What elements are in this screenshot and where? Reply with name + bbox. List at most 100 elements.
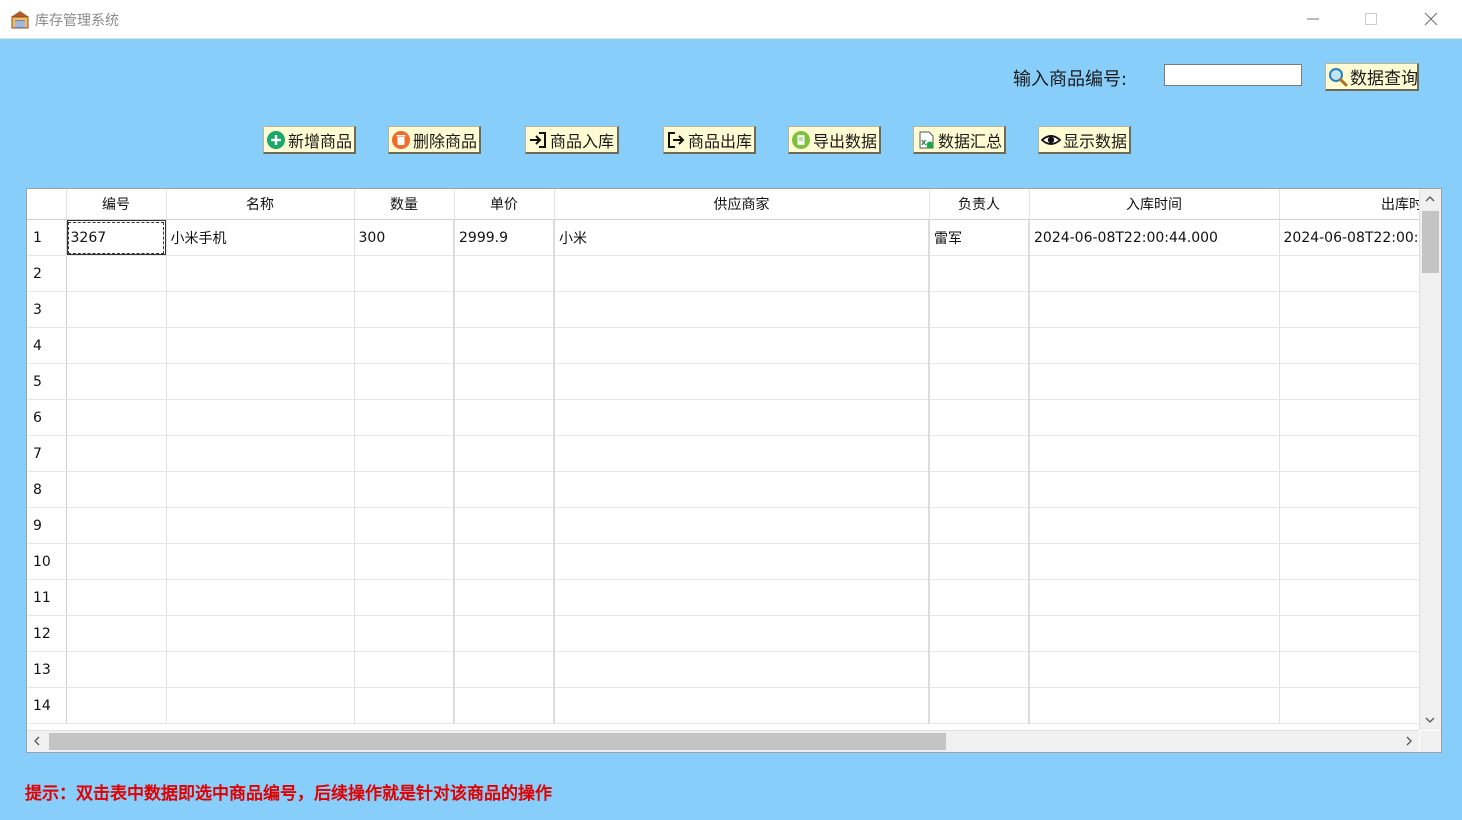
table-cell[interactable] <box>454 507 555 544</box>
table-cell[interactable] <box>354 615 455 652</box>
minimize-button[interactable] <box>1284 0 1342 38</box>
table-cell[interactable] <box>1029 327 1280 364</box>
export-data-button[interactable]: 导出数据 <box>788 126 881 154</box>
table-cell[interactable] <box>454 363 555 400</box>
table-row[interactable]: 6 <box>27 399 1425 436</box>
table-cell[interactable] <box>1279 363 1425 400</box>
table-cell[interactable] <box>554 615 930 652</box>
table-cell[interactable] <box>1279 651 1425 688</box>
table-row[interactable]: 14 <box>27 687 1425 724</box>
table-cell[interactable] <box>354 435 455 472</box>
table-cell[interactable]: 雷军 <box>929 219 1030 256</box>
table-cell[interactable] <box>354 291 455 328</box>
table-cell[interactable] <box>454 399 555 436</box>
table-cell[interactable] <box>66 399 167 436</box>
table-cell[interactable] <box>354 651 455 688</box>
scroll-right-icon[interactable] <box>1399 731 1419 751</box>
table-cell[interactable] <box>929 687 1030 724</box>
table-cell[interactable] <box>354 579 455 616</box>
table-cell[interactable] <box>929 363 1030 400</box>
table-cell[interactable] <box>554 543 930 580</box>
table-cell[interactable] <box>66 291 167 328</box>
maximize-button[interactable] <box>1342 0 1400 38</box>
table-cell[interactable] <box>1279 327 1425 364</box>
table-cell[interactable] <box>1029 615 1280 652</box>
table-cell[interactable] <box>166 363 355 400</box>
table-cell[interactable] <box>166 255 355 292</box>
table-cell[interactable] <box>1279 291 1425 328</box>
table-cell[interactable] <box>454 687 555 724</box>
table-row[interactable]: 4 <box>27 327 1425 364</box>
table-cell[interactable] <box>1279 543 1425 580</box>
column-header[interactable]: 单价 <box>454 189 555 220</box>
table-cell[interactable] <box>166 579 355 616</box>
horizontal-scroll-thumb[interactable] <box>49 733 946 750</box>
table-cell[interactable] <box>929 327 1030 364</box>
table-cell[interactable] <box>354 543 455 580</box>
table-cell[interactable] <box>166 399 355 436</box>
table-cell[interactable] <box>554 255 930 292</box>
column-header[interactable]: 入库时间 <box>1029 189 1280 220</box>
table-cell[interactable] <box>454 255 555 292</box>
table-cell[interactable] <box>929 651 1030 688</box>
table-cell[interactable] <box>554 399 930 436</box>
table-row[interactable]: 3 <box>27 291 1425 328</box>
table-row[interactable]: 2 <box>27 255 1425 292</box>
column-header[interactable]: 编号 <box>66 189 167 220</box>
table-cell[interactable]: 2024-06-08T22:00: <box>1279 219 1425 256</box>
table-cell[interactable] <box>454 435 555 472</box>
table-row[interactable]: 9 <box>27 507 1425 544</box>
table-cell[interactable] <box>1279 615 1425 652</box>
data-table[interactable]: 编号 名称 数量 单价 供应商家 负责人 入库时间 出库时 1 3267 小米手机 3… <box>26 188 1442 753</box>
table-cell[interactable] <box>554 435 930 472</box>
table-cell[interactable] <box>454 543 555 580</box>
table-cell[interactable] <box>66 651 167 688</box>
show-data-button[interactable]: 显示数据 <box>1038 126 1131 154</box>
table-cell[interactable] <box>354 687 455 724</box>
table-cell[interactable] <box>1029 399 1280 436</box>
table-cell[interactable] <box>66 507 167 544</box>
table-cell[interactable] <box>66 543 167 580</box>
table-cell[interactable] <box>1029 435 1280 472</box>
table-cell[interactable] <box>929 507 1030 544</box>
table-cell[interactable] <box>1029 363 1280 400</box>
column-header[interactable]: 出库时 <box>1279 189 1424 220</box>
table-cell[interactable] <box>66 615 167 652</box>
table-cell[interactable] <box>929 291 1030 328</box>
table-cell[interactable]: 3267 <box>66 219 167 256</box>
table-cell[interactable] <box>66 363 167 400</box>
table-row[interactable]: 1 3267 小米手机 300 2999.9 小米 雷军 2024-06-08T22:00:4… <box>27 219 1425 256</box>
table-cell[interactable] <box>929 471 1030 508</box>
table-cell[interactable] <box>1029 291 1280 328</box>
table-cell[interactable] <box>554 291 930 328</box>
table-cell[interactable] <box>1279 471 1425 508</box>
table-row[interactable]: 7 <box>27 435 1425 472</box>
table-cell[interactable] <box>554 579 930 616</box>
table-cell[interactable] <box>66 471 167 508</box>
table-row[interactable]: 8 <box>27 471 1425 508</box>
scroll-up-icon[interactable] <box>1420 189 1440 209</box>
table-cell[interactable] <box>354 327 455 364</box>
table-cell[interactable] <box>1279 399 1425 436</box>
table-cell[interactable] <box>454 579 555 616</box>
table-cell[interactable] <box>166 471 355 508</box>
vertical-scrollbar[interactable] <box>1419 189 1441 730</box>
table-cell[interactable] <box>1029 507 1280 544</box>
query-button[interactable]: 数据查询 <box>1325 63 1419 91</box>
table-cell[interactable] <box>1029 651 1280 688</box>
table-row[interactable]: 5 <box>27 363 1425 400</box>
table-cell[interactable]: 小米 <box>554 219 930 256</box>
horizontal-scrollbar[interactable] <box>27 730 1419 752</box>
table-cell[interactable] <box>354 255 455 292</box>
table-cell[interactable] <box>1279 579 1425 616</box>
table-row[interactable]: 12 <box>27 615 1425 652</box>
stock-out-button[interactable]: 商品出库 <box>663 126 756 154</box>
vertical-scroll-thumb[interactable] <box>1422 211 1439 273</box>
delete-product-button[interactable]: 删除商品 <box>388 126 481 154</box>
table-cell[interactable] <box>354 507 455 544</box>
table-cell[interactable] <box>1029 471 1280 508</box>
table-cell[interactable] <box>929 579 1030 616</box>
table-cell[interactable] <box>929 435 1030 472</box>
table-cell[interactable]: 300 <box>354 219 455 256</box>
table-cell[interactable] <box>1279 435 1425 472</box>
